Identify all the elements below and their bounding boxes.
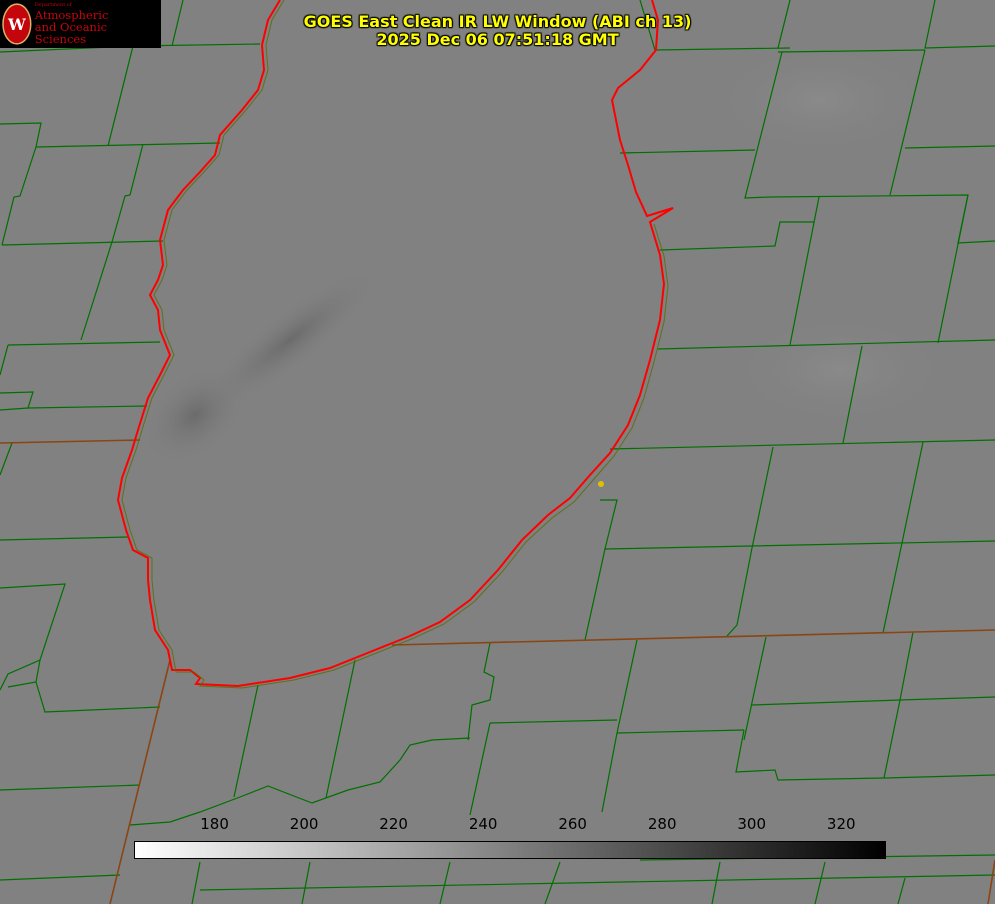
colorbar-tick-label: 220 [379,815,408,833]
satellite-image-viewer: { "header": { "title_line1": "GOES East … [0,0,995,904]
colorbar-tick-label: 300 [737,815,767,833]
location-marker [598,481,604,487]
satellite-map [0,0,995,904]
warm-area-2 [700,40,940,160]
warm-area [720,310,960,430]
colorbar-tick-label: 320 [826,815,856,833]
colorbar-tick-label: 200 [289,815,319,833]
colorbar-tick-label: 240 [468,815,498,833]
colorbar-tick-label: 280 [647,815,677,833]
colorbar-tick-label: 180 [200,815,229,833]
image-timestamp: 2025 Dec 06 07:51:18 GMT [376,30,619,49]
temperature-colorbar [134,841,886,859]
image-title: GOES East Clean IR LW Window (ABI ch 13) [303,12,692,31]
colorbar-tick-label: 260 [558,815,587,833]
